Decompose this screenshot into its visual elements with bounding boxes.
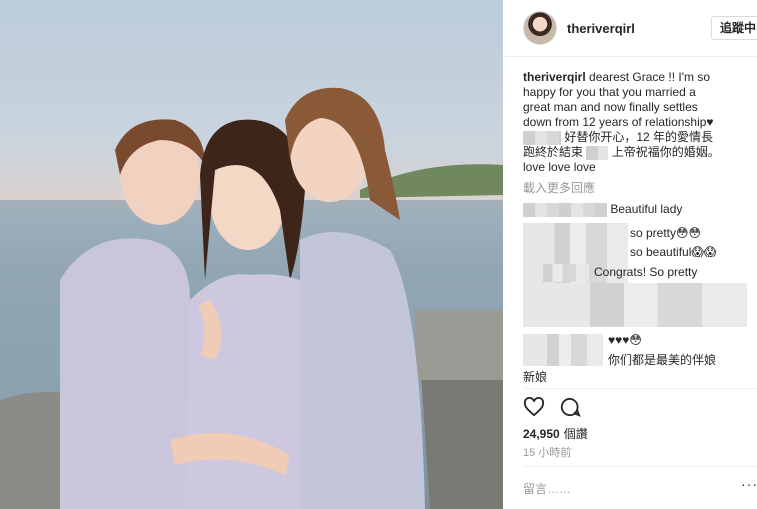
likes-number: 24,950 bbox=[523, 427, 560, 441]
comments-section: theriverqirl dearest Grace !! I'm so hap… bbox=[523, 70, 753, 217]
comment-row: Beautiful lady bbox=[523, 202, 753, 217]
censored-block bbox=[523, 334, 603, 366]
comment-text: so pretty😳😳 bbox=[630, 226, 702, 240]
likes-count[interactable]: 24,950 個讚 bbox=[523, 425, 588, 442]
action-bar bbox=[523, 397, 581, 417]
comment-text: so beautiful😱😱 bbox=[630, 245, 717, 259]
caption-text-line4: down from 12 years of relationship♥ bbox=[523, 115, 714, 129]
caption-text-line1: dearest Grace !! I'm so bbox=[589, 70, 711, 84]
divider bbox=[523, 466, 757, 467]
caption-text-line6b: 上帝祝福你的婚姻。 bbox=[611, 145, 720, 159]
censored-block bbox=[523, 264, 589, 282]
caption-text-line5: 好替你开心，12 年的愛情長 bbox=[564, 130, 714, 144]
load-more-comments[interactable]: 載入更多回應 bbox=[523, 181, 753, 196]
post-photo-art bbox=[0, 0, 503, 509]
caption: theriverqirl dearest Grace !! I'm so hap… bbox=[523, 70, 753, 175]
post-photo[interactable] bbox=[0, 0, 503, 509]
comment-text: ♥♥♥😳 bbox=[608, 333, 642, 347]
timestamp[interactable]: 15 小時前 bbox=[523, 444, 571, 460]
header-username[interactable]: theriverqirl bbox=[567, 21, 635, 36]
comment-text: 新娘 bbox=[523, 370, 548, 384]
likes-unit: 個讚 bbox=[563, 427, 588, 441]
comment-text: Beautiful lady bbox=[610, 202, 683, 216]
censored-emoji bbox=[523, 130, 561, 145]
caption-text-line6: 跑終於結束 bbox=[523, 145, 584, 159]
add-comment-input[interactable]: 留言…… bbox=[523, 480, 571, 497]
heart-icon[interactable] bbox=[523, 397, 545, 417]
comment-text: Congrats! So pretty bbox=[594, 265, 698, 279]
divider bbox=[523, 388, 757, 389]
caption-text-line3: great man and now finally settles bbox=[523, 100, 698, 114]
caption-username[interactable]: theriverqirl bbox=[523, 70, 586, 84]
comment-icon[interactable] bbox=[559, 397, 581, 417]
more-options-icon[interactable]: ··· bbox=[741, 476, 757, 492]
post-header: theriverqirl 追蹤中 bbox=[503, 0, 757, 57]
following-button[interactable]: 追蹤中 bbox=[711, 16, 757, 40]
avatar[interactable] bbox=[523, 11, 557, 45]
censored-block bbox=[523, 283, 747, 327]
censored-emoji bbox=[586, 145, 609, 160]
comment-text: 你们都是最美的伴娘 bbox=[608, 353, 717, 367]
caption-text-line7: love love love bbox=[523, 160, 596, 174]
caption-text-line2: happy for you that you married a bbox=[523, 85, 696, 99]
censored-username bbox=[523, 202, 607, 217]
